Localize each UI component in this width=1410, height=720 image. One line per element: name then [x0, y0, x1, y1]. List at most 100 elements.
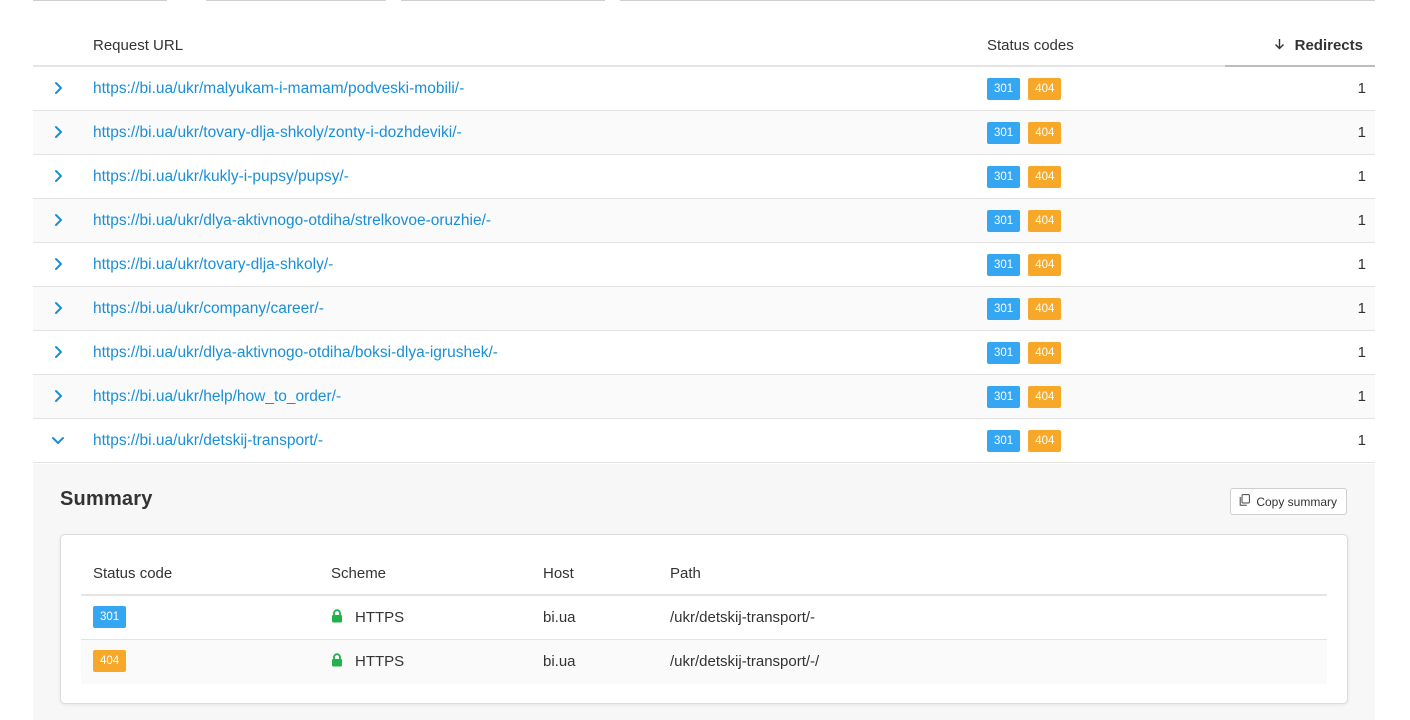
column-header-request-url[interactable]: Request URL — [93, 24, 183, 65]
tab-indicator — [401, 0, 605, 1]
column-header-path: Path — [670, 565, 701, 582]
status-badge: 404 — [1028, 298, 1062, 320]
chevron-right-icon[interactable] — [49, 343, 67, 361]
table-row[interactable]: https://bi.ua/ukr/tovary-dlja-shkoly/- 30… — [33, 243, 1375, 287]
status-codes: 301 404 — [987, 210, 1062, 232]
request-url-link[interactable]: https://bi.ua/ukr/tovary-dlja-shkoly/zon… — [93, 111, 462, 154]
status-badge: 404 — [1028, 122, 1062, 144]
request-url-link[interactable]: https://bi.ua/ukr/dlya-aktivnogo-otdiha/… — [93, 199, 491, 242]
redirect-count: 1 — [1357, 344, 1366, 361]
table-row[interactable]: https://bi.ua/ukr/company/career/- 301 404… — [33, 287, 1375, 331]
redirect-count: 1 — [1357, 432, 1366, 449]
status-badge: 404 — [1028, 386, 1062, 408]
chevron-right-icon[interactable] — [49, 387, 67, 405]
table-body: https://bi.ua/ukr/malyukam-i-mamam/podve… — [33, 67, 1375, 463]
chevron-right-icon[interactable] — [49, 167, 67, 185]
column-header-redirects-label: Redirects — [1294, 37, 1363, 54]
request-url-link[interactable]: https://bi.ua/ukr/kukly-i-pupsy/pupsy/- — [93, 155, 349, 198]
table-row[interactable]: https://bi.ua/ukr/tovary-dlja-shkoly/zon… — [33, 111, 1375, 155]
table-row[interactable]: https://bi.ua/ukr/help/how_to_order/- 301… — [33, 375, 1375, 419]
redirect-count: 1 — [1357, 168, 1366, 185]
status-badge: 301 — [987, 430, 1021, 452]
redirects-table: Request URL Status codes Redirects https… — [33, 24, 1375, 463]
scheme-value: HTTPS — [355, 653, 405, 670]
chevron-down-icon[interactable] — [49, 431, 67, 449]
chevron-right-icon[interactable] — [49, 123, 67, 141]
table-row[interactable]: https://bi.ua/ukr/detskij-transport/- 301… — [33, 419, 1375, 463]
status-codes: 301 404 — [987, 342, 1062, 364]
redirect-count: 1 — [1357, 124, 1366, 141]
status-codes: 301 404 — [987, 122, 1062, 144]
chevron-right-icon[interactable] — [49, 255, 67, 273]
status-badge: 301 — [987, 166, 1021, 188]
copy-icon — [1239, 494, 1251, 509]
status-badge: 301 — [987, 254, 1021, 276]
top-tab-strip — [33, 0, 1375, 2]
copy-summary-label: Copy summary — [1256, 494, 1337, 509]
status-badge: 301 — [987, 298, 1021, 320]
status-badge: 404 — [93, 650, 127, 672]
tab-indicator — [33, 0, 167, 1]
lock-icon — [331, 597, 343, 623]
status-codes: 301 404 — [987, 298, 1062, 320]
status-badge: 301 — [987, 210, 1021, 232]
request-url-link[interactable]: https://bi.ua/ukr/malyukam-i-mamam/podve… — [93, 67, 464, 110]
summary-title: Summary — [60, 488, 153, 510]
summary-table-header: Status code Scheme Host Path — [81, 535, 1327, 596]
lock-icon — [331, 641, 343, 667]
summary-card: Status code Scheme Host Path 301 HTTPS bi.… — [60, 534, 1348, 704]
column-header-host: Host — [543, 565, 574, 582]
redirect-count: 1 — [1357, 388, 1366, 405]
status-badge: 301 — [987, 78, 1021, 100]
host-cell: bi.ua — [543, 653, 576, 670]
table-row[interactable]: https://bi.ua/ukr/malyukam-i-mamam/podve… — [33, 67, 1375, 111]
column-header-redirects[interactable]: Redirects — [1225, 24, 1375, 67]
copy-summary-button[interactable]: Copy summary — [1230, 488, 1347, 515]
path-cell: /ukr/detskij-transport/- — [670, 609, 816, 626]
scheme-cell: HTTPS — [331, 640, 404, 683]
expanded-row-details: Summary Copy summary Status code Scheme … — [33, 464, 1375, 720]
status-badge: 301 — [987, 386, 1021, 408]
status-codes: 301 404 — [987, 166, 1062, 188]
status-badge: 404 — [1028, 430, 1062, 452]
request-url-link[interactable]: https://bi.ua/ukr/tovary-dlja-shkoly/- — [93, 243, 333, 286]
chevron-right-icon[interactable] — [49, 211, 67, 229]
host-cell: bi.ua — [543, 609, 576, 626]
status-codes: 301 404 — [987, 386, 1062, 408]
status-badge: 404 — [1028, 210, 1062, 232]
table-row[interactable]: https://bi.ua/ukr/kukly-i-pupsy/pupsy/- 3… — [33, 155, 1375, 199]
status-codes: 301 404 — [987, 254, 1062, 276]
tab-indicator — [206, 0, 386, 1]
request-url-link[interactable]: https://bi.ua/ukr/help/how_to_order/- — [93, 375, 341, 418]
scheme-cell: HTTPS — [331, 596, 404, 639]
chevron-right-icon[interactable] — [49, 299, 67, 317]
request-url-link[interactable]: https://bi.ua/ukr/company/career/- — [93, 287, 324, 330]
status-codes: 301 404 — [987, 430, 1062, 452]
column-header-scheme: Scheme — [331, 565, 387, 582]
arrow-down-icon — [1274, 24, 1285, 68]
table-row[interactable]: https://bi.ua/ukr/dlya-aktivnogo-otdiha/… — [33, 199, 1375, 243]
status-badge: 301 — [93, 606, 127, 628]
redirect-count: 1 — [1357, 256, 1366, 273]
status-badge: 301 — [987, 342, 1021, 364]
summary-row: 301 HTTPS bi.ua/ukr/detskij-transport/- — [81, 596, 1327, 640]
request-url-link[interactable]: https://bi.ua/ukr/dlya-aktivnogo-otdiha/… — [93, 331, 498, 374]
status-badge: 404 — [1028, 166, 1062, 188]
status-badge: 404 — [1028, 342, 1062, 364]
request-url-link[interactable]: https://bi.ua/ukr/detskij-transport/- — [93, 419, 323, 462]
scheme-value: HTTPS — [355, 609, 405, 626]
status-codes: 301 404 — [987, 78, 1062, 100]
redirect-count: 1 — [1357, 212, 1366, 229]
redirect-count: 1 — [1357, 300, 1366, 317]
tab-indicator — [620, 0, 1375, 1]
summary-row: 404 HTTPS bi.ua/ukr/detskij-transport/-/ — [81, 640, 1327, 684]
table-row[interactable]: https://bi.ua/ukr/dlya-aktivnogo-otdiha/… — [33, 331, 1375, 375]
status-badge: 404 — [1028, 78, 1062, 100]
status-badge: 301 — [987, 122, 1021, 144]
summary-table-body: 301 HTTPS bi.ua/ukr/detskij-transport/- 404… — [81, 596, 1327, 684]
column-header-status-code: Status code — [93, 565, 173, 582]
column-header-status-codes[interactable]: Status codes — [987, 24, 1074, 65]
summary-table: Status code Scheme Host Path 301 HTTPS bi.… — [81, 535, 1327, 684]
status-badge: 404 — [1028, 254, 1062, 276]
chevron-right-icon[interactable] — [49, 79, 67, 97]
